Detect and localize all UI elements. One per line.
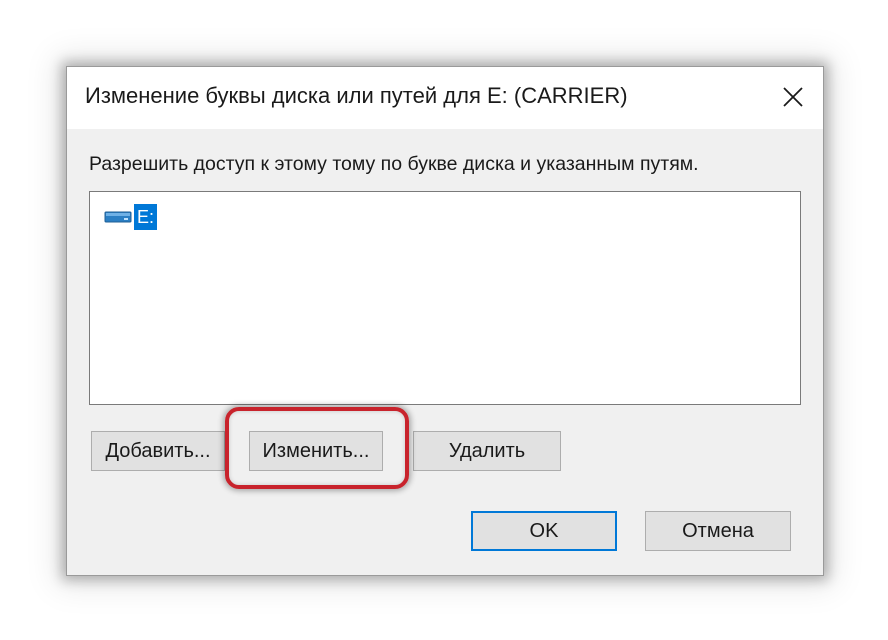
drive-letter-label: E: (134, 204, 158, 230)
list-item[interactable]: E: (104, 204, 158, 230)
change-drive-letter-dialog: Изменение буквы диска или путей для E: (… (66, 66, 824, 576)
close-button[interactable] (777, 81, 809, 113)
access-prompt-text: Разрешить доступ к этому тому по букве д… (89, 153, 699, 175)
add-button[interactable]: Добавить... (91, 431, 225, 471)
drive-paths-listbox[interactable]: E: (89, 191, 801, 405)
close-icon (783, 87, 803, 107)
remove-button[interactable]: Удалить (413, 431, 561, 471)
change-button[interactable]: Изменить... (249, 431, 383, 471)
screenshot-canvas: Изменение буквы диска или путей для E: (… (0, 0, 888, 640)
cancel-button[interactable]: Отмена (645, 511, 791, 551)
ok-button[interactable]: OK (471, 511, 617, 551)
dialog-title: Изменение буквы диска или путей для E: (… (85, 83, 628, 108)
title-bar: Изменение буквы диска или путей для E: (… (67, 67, 823, 129)
drive-icon (104, 208, 134, 226)
